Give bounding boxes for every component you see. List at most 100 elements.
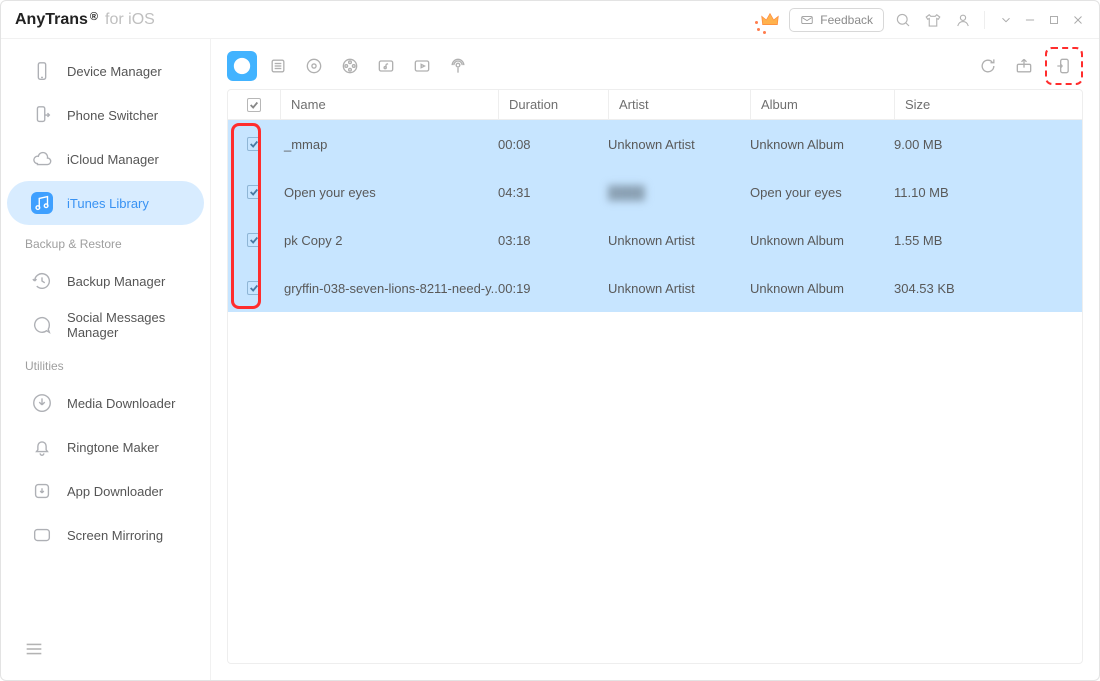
cell-duration: 03:18 [498,233,608,248]
sidebar-item-media-downloader[interactable]: Media Downloader [7,381,204,425]
select-all-checkbox[interactable] [247,98,261,112]
sidebar-item-screen-mirroring[interactable]: Screen Mirroring [7,513,204,557]
sidebar-item-ringtone-maker[interactable]: Ringtone Maker [7,425,204,469]
cell-artist: Unknown Artist [608,233,750,248]
sidebar-item-label: Device Manager [67,64,162,79]
tracks-table: Name Duration Artist Album Size _mmap00:… [227,89,1083,664]
cell-album: Unknown Album [750,233,894,248]
sidebar-item-app-downloader[interactable]: App Downloader [7,469,204,513]
select-all-cell[interactable] [228,98,280,112]
sidebar-item-backup-manager[interactable]: Backup Manager [7,259,204,303]
cell-album: Unknown Album [750,137,894,152]
titlebar: AnyTrans ® for iOS Feedback [1,1,1099,39]
shirt-icon[interactable] [922,9,944,31]
feedback-label: Feedback [820,13,873,27]
cell-name: _mmap [280,137,498,152]
phone-icon [31,60,53,82]
feedback-button[interactable]: Feedback [789,8,884,32]
sidebar-item-itunes-library[interactable]: iTunes Library [7,181,204,225]
sidebar-item-label: Phone Switcher [67,108,158,123]
registered-mark: ® [90,11,98,23]
cell-artist: ████ [608,185,750,200]
app-subtitle: for iOS [105,11,155,29]
list-icon[interactable] [263,51,293,81]
app-name: AnyTrans [15,11,88,29]
sidebar-item-social-manager[interactable]: Social Messages Manager [7,303,204,347]
cell-duration: 00:08 [498,137,608,152]
clock-back-icon [31,270,53,292]
mail-icon [800,13,814,27]
refresh-icon[interactable] [973,51,1003,81]
table-body: _mmap00:08Unknown ArtistUnknown Album9.0… [228,120,1082,663]
disc-icon[interactable] [299,51,329,81]
cloud-icon [31,148,53,170]
menu-icon[interactable] [23,638,47,662]
cell-album: Open your eyes [750,185,894,200]
maximize-icon[interactable] [1047,13,1061,27]
app-title: AnyTrans ® for iOS [15,11,155,29]
main-panel: Name Duration Artist Album Size _mmap00:… [211,39,1099,680]
send-to-device-icon[interactable] [1049,51,1079,81]
row-checkbox[interactable] [247,233,261,247]
sidebar-item-label: Media Downloader [67,396,175,411]
sidebar: Device Manager Phone Switcher iCloud Man… [1,39,211,680]
header-duration[interactable]: Duration [498,90,608,119]
cell-duration: 00:19 [498,281,608,296]
sidebar-item-label: Screen Mirroring [67,528,163,543]
podcast-icon[interactable] [443,51,473,81]
header-artist[interactable]: Artist [608,90,750,119]
row-checkbox[interactable] [247,185,261,199]
search-icon[interactable] [892,9,914,31]
send-to-device-highlight [1045,47,1083,85]
header-size[interactable]: Size [894,90,1082,119]
sidebar-item-phone-switcher[interactable]: Phone Switcher [7,93,204,137]
row-checkbox[interactable] [247,137,261,151]
header-name[interactable]: Name [280,90,498,119]
table-row[interactable]: pk Copy 203:18Unknown ArtistUnknown Albu… [228,216,1082,264]
header-album[interactable]: Album [750,90,894,119]
sidebar-item-device-manager[interactable]: Device Manager [7,49,204,93]
separator [984,11,985,29]
row-check-cell[interactable] [228,185,280,199]
table-row[interactable]: _mmap00:08Unknown ArtistUnknown Album9.0… [228,120,1082,168]
cell-size: 304.53 KB [894,281,1082,296]
sidebar-item-label: Ringtone Maker [67,440,159,455]
music-note-icon [31,192,53,214]
user-icon[interactable] [952,9,974,31]
row-check-cell[interactable] [228,137,280,151]
row-checkbox[interactable] [247,281,261,295]
row-check-cell[interactable] [228,281,280,295]
export-icon[interactable] [1009,51,1039,81]
sidebar-item-label: Social Messages Manager [67,310,204,340]
app-down-icon [31,480,53,502]
sidebar-section-utilities: Utilities [1,347,210,381]
cell-artist: Unknown Artist [608,137,750,152]
crown-icon[interactable] [759,9,781,31]
switch-icon [31,104,53,126]
chat-icon [31,314,53,336]
minimize-icon[interactable] [1023,13,1037,27]
cell-name: gryffin-038-seven-lions-8211-need-y... [280,281,498,296]
row-check-cell[interactable] [228,233,280,247]
play-tab-icon[interactable] [227,51,257,81]
content-toolbar [227,49,1083,83]
cell-size: 1.55 MB [894,233,1082,248]
table-header: Name Duration Artist Album Size [228,90,1082,120]
video-icon[interactable] [407,51,437,81]
cell-artist: Unknown Artist [608,281,750,296]
close-icon[interactable] [1071,13,1085,27]
sidebar-item-label: iTunes Library [67,196,149,211]
music-video-icon[interactable] [371,51,401,81]
film-icon[interactable] [335,51,365,81]
sidebar-item-icloud-manager[interactable]: iCloud Manager [7,137,204,181]
table-row[interactable]: gryffin-038-seven-lions-8211-need-y...00… [228,264,1082,312]
cell-album: Unknown Album [750,281,894,296]
download-icon [31,392,53,414]
sidebar-item-label: App Downloader [67,484,163,499]
sidebar-item-label: Backup Manager [67,274,165,289]
bell-icon [31,436,53,458]
table-row[interactable]: Open your eyes04:31████Open your eyes11.… [228,168,1082,216]
cell-size: 11.10 MB [894,185,1082,200]
chevron-down-icon[interactable] [999,13,1013,27]
sidebar-item-label: iCloud Manager [67,152,159,167]
